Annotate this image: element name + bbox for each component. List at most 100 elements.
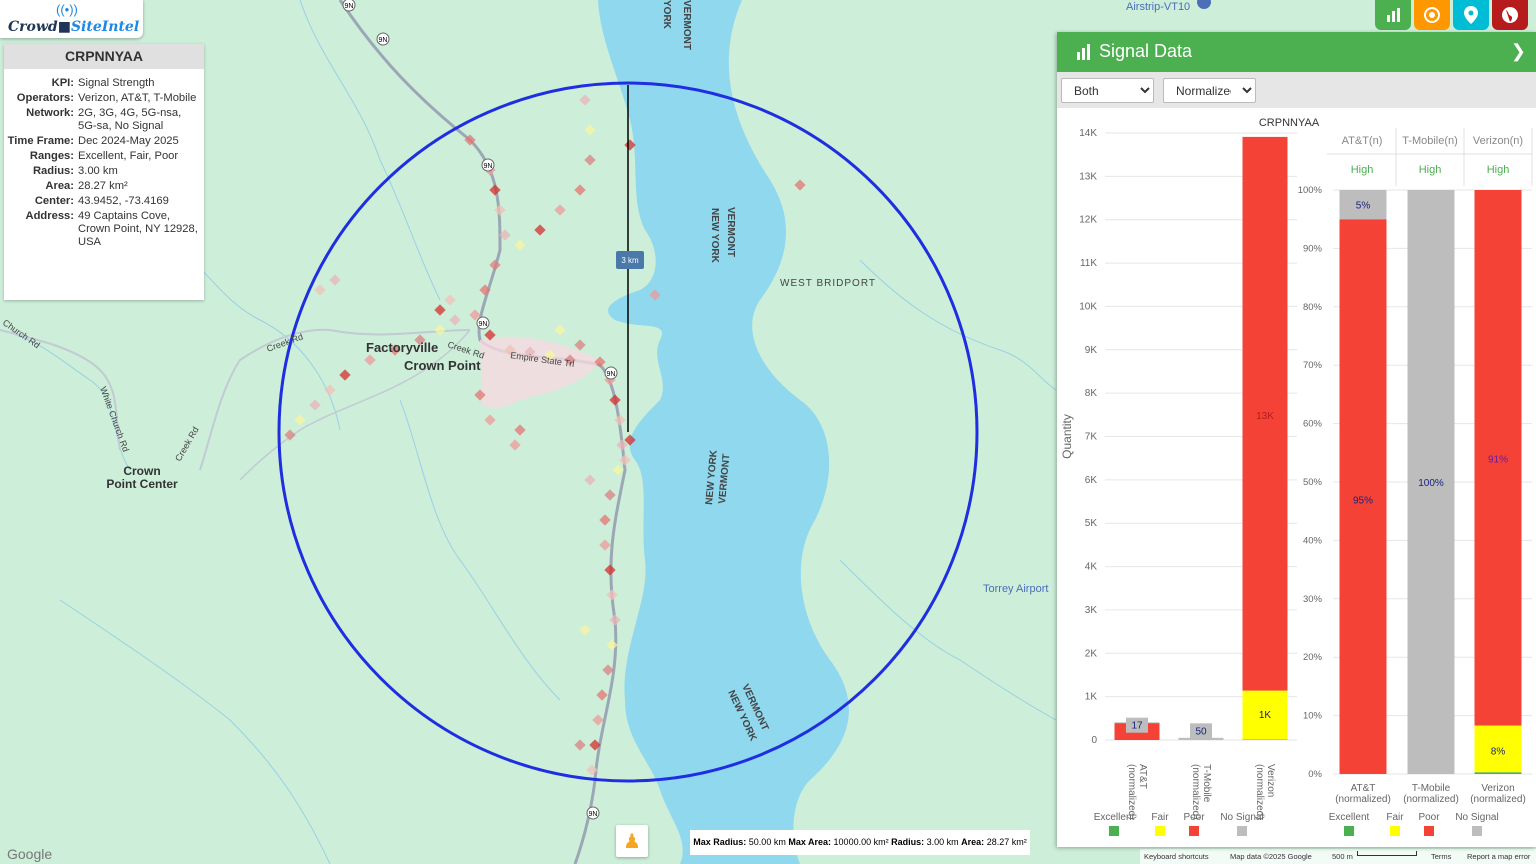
globe-icon: [1502, 7, 1518, 23]
chart1-ytick: 3K: [1085, 605, 1098, 616]
label-vt-1: VERMONT: [725, 207, 736, 257]
label-crown-point-center-1: Crown: [123, 464, 160, 478]
table-value: High: [1419, 164, 1442, 176]
chart2-xtick: Verizon: [1481, 783, 1514, 794]
chart2-data-label: 91%: [1488, 455, 1508, 466]
chart2-legend-label: No Signal: [1455, 812, 1498, 823]
terms-link[interactable]: Terms: [1431, 849, 1451, 864]
site-info-value: 2G, 3G, 4G, 5G-nsa, 5G-sa, No Signal: [78, 107, 182, 132]
label-crown-point-center-2: Point Center: [106, 477, 178, 491]
svg-text:9N: 9N: [379, 37, 388, 44]
chart2-xtick: AT&T: [1351, 783, 1376, 794]
chart1-ylabel: Quantity: [1060, 414, 1074, 459]
table-header: T-Mobile(n): [1402, 135, 1458, 147]
site-info-row: Network: 2G, 3G, 4G, 5G-nsa, 5G-sa, No Si…: [4, 106, 202, 134]
chart1-ytick: 6K: [1085, 475, 1098, 486]
map-pin-icon: [1464, 6, 1478, 24]
chart2-ytick: 90%: [1303, 243, 1323, 254]
chart1-data-label: 17: [1131, 721, 1143, 732]
keyboard-shortcuts-link[interactable]: Keyboard shortcuts: [1144, 849, 1209, 864]
chart2-legend-label: Excellent: [1329, 812, 1370, 823]
chart2-data-label: 8%: [1491, 747, 1506, 758]
scale-text: 500 m: [1332, 852, 1353, 861]
site-info-value: 28.27 km²: [78, 180, 128, 192]
chart2-ytick: 80%: [1303, 302, 1323, 313]
site-info-key: Operators:: [16, 92, 74, 104]
operator-mode-select[interactable]: Both: [1061, 78, 1154, 103]
chart1-ytick: 11K: [1080, 258, 1097, 269]
site-info-value: Signal Strength: [78, 77, 155, 89]
site-info-value: Excellent, Fair, Poor: [78, 150, 179, 162]
site-info-row: Area: 28.27 km²: [4, 179, 202, 194]
street-view-pegman-icon[interactable]: ♟: [616, 825, 648, 857]
globe-button[interactable]: [1492, 0, 1528, 30]
location-button[interactable]: [1453, 0, 1489, 30]
chart1-xtick-line: AT&T: [1137, 764, 1148, 789]
chart2-xtick: (normalized): [1470, 794, 1526, 805]
chart1-legend-swatch: [1237, 826, 1247, 836]
collapse-panel-chevron-icon[interactable]: ❯: [1511, 41, 1526, 62]
site-info-value: 3.00 km: [78, 165, 118, 177]
chart1-legend-label: Excellent: [1094, 812, 1135, 823]
svg-text:9N: 9N: [589, 811, 598, 818]
chart1-data-label: 1K: [1259, 710, 1272, 721]
site-info-title: CRPNNYAA: [4, 44, 204, 69]
chart1-ytick: 7K: [1085, 432, 1098, 443]
label-factoryville: Factoryville: [366, 340, 438, 355]
site-info-key: Time Frame:: [7, 135, 74, 147]
site-info-key: Center:: [34, 195, 74, 207]
chart1-legend-label: Poor: [1183, 812, 1205, 823]
chart2-legend-swatch: [1424, 826, 1434, 836]
chart2-ytick: 70%: [1303, 360, 1323, 371]
label-vermont-top: VERMONT: [681, 0, 692, 50]
chart1-ytick: 12K: [1079, 215, 1097, 226]
signal-data-toggle-button[interactable]: [1375, 0, 1411, 30]
chart2-legend-swatch: [1344, 826, 1354, 836]
chart1-ytick: 2K: [1085, 648, 1098, 659]
label-york-top: YORK: [661, 0, 672, 30]
signal-tower-icon: ((•)): [56, 2, 78, 17]
chart1-ytick: 9K: [1085, 345, 1098, 356]
chart2-legend-label: Fair: [1386, 812, 1404, 823]
chart1-title: CRPNNYAA: [1259, 117, 1320, 129]
chart1-ytick: 1K: [1085, 692, 1098, 703]
chart2-bar-excellent: [1474, 772, 1522, 774]
svg-text:9N: 9N: [484, 163, 493, 170]
chart2-xtick: T-Mobile: [1412, 783, 1451, 794]
site-info-value: 49 Captains Cove, Crown Point, NY 12928,…: [78, 210, 198, 248]
map-data-text: Map data ©2025 Google: [1230, 852, 1312, 861]
radius-label: 3 km: [621, 256, 639, 265]
crowdsiteintel-logo: ((•)) Crowd■SiteIntel: [0, 0, 143, 38]
label-ny-1: NEW YORK: [709, 208, 720, 264]
chart1-ytick: 10K: [1079, 301, 1097, 312]
chart2-ytick: 100%: [1298, 185, 1323, 196]
chart2-data-label: 95%: [1353, 496, 1373, 507]
report-map-error-link[interactable]: Report a map error: [1467, 849, 1530, 864]
table-header: AT&T(n): [1342, 135, 1383, 147]
chart2-legend-swatch: [1390, 826, 1400, 836]
normalization-select[interactable]: Normalized: [1163, 78, 1256, 103]
chart1-legend-label: Fair: [1151, 812, 1169, 823]
site-info-key: Address:: [25, 210, 75, 222]
site-info-row: Operators: Verizon, AT&T, T-Mobile: [4, 91, 202, 106]
site-info-key: Area:: [45, 180, 74, 192]
site-info-value: Verizon, AT&T, T-Mobile: [78, 92, 197, 104]
chart2-ytick: 30%: [1303, 594, 1323, 605]
chart2-ytick: 20%: [1303, 652, 1323, 663]
target-button[interactable]: [1414, 0, 1450, 30]
chart2-ytick: 40%: [1303, 535, 1323, 546]
site-info-key: Network:: [26, 107, 74, 119]
site-info-row: Center: 43.9452, -73.4169: [4, 194, 202, 209]
bar-chart-icon: [1387, 8, 1400, 22]
site-info-row: Address: 49 Captains Cove, Crown Point, N…: [4, 209, 202, 250]
chart1-data-label: 13K: [1256, 411, 1274, 422]
map-footer: Keyboard shortcuts Map data ©2025 Google…: [1140, 849, 1536, 864]
chart1-ytick: 14K: [1079, 128, 1097, 139]
chart1-ytick: 4K: [1085, 562, 1098, 573]
chart1-legend-label: No Signal: [1220, 812, 1263, 823]
label-airstrip: Airstrip-VT10: [1126, 1, 1190, 13]
site-info-value: 43.9452, -73.4169: [78, 195, 169, 207]
signal-data-header: Signal Data ❯: [1057, 32, 1536, 72]
site-info-row: Radius: 3.00 km: [4, 164, 202, 179]
site-info-key: Ranges:: [29, 150, 74, 162]
